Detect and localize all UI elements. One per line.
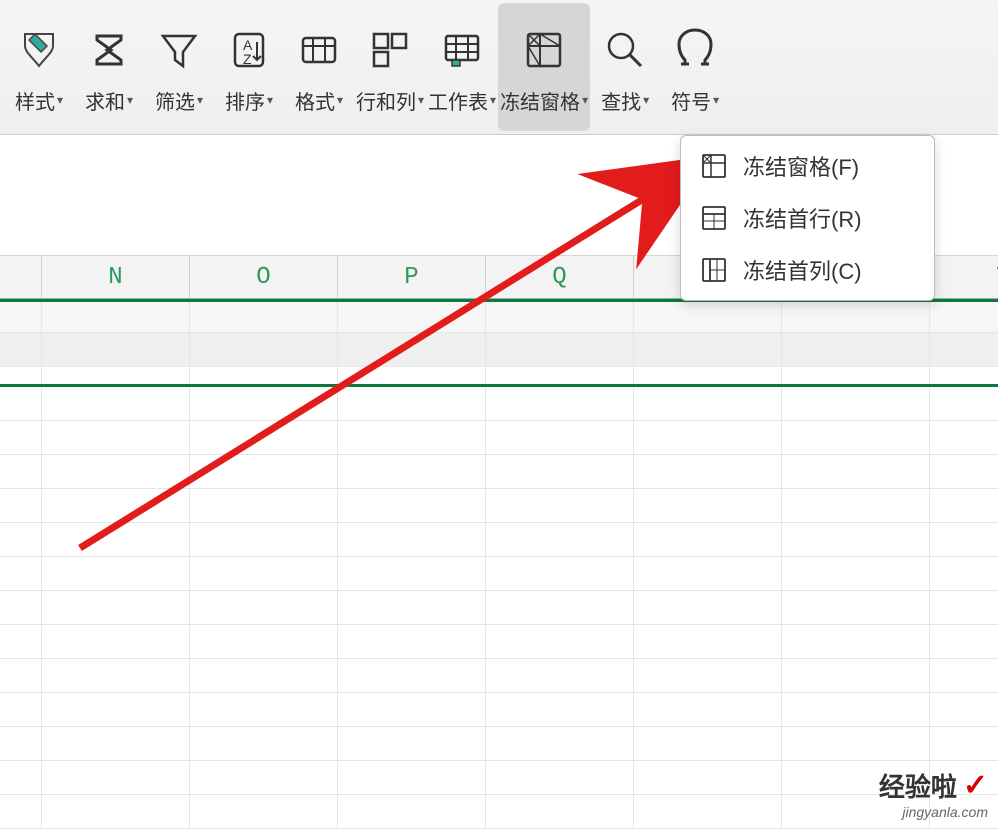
freeze-row-label: 冻结首行(R) [743,202,862,234]
table-row[interactable] [0,489,998,523]
worksheet-icon [436,24,488,76]
symbol-icon [669,24,721,76]
table-row[interactable] [0,727,998,761]
freeze-col-item[interactable]: 冻结首列(C) [681,244,934,296]
watermark-url: jingyanla.com [879,804,988,820]
freeze-button[interactable]: 冻结窗格▾ [498,3,590,131]
column-header-q[interactable]: Q [486,256,634,298]
find-label: 查找 [601,86,641,115]
table-row[interactable] [0,421,998,455]
rowcol-button[interactable]: 行和列▾ [354,3,426,131]
column-header-o[interactable]: O [190,256,338,298]
format-icon [293,24,345,76]
column-header-n[interactable]: N [42,256,190,298]
column-header[interactable] [0,256,42,298]
sum-button[interactable]: 求和▾ [74,3,144,131]
find-icon [599,24,651,76]
freeze-panes-icon [699,151,729,181]
table-row[interactable] [0,625,998,659]
chevron-down-icon: ▾ [337,93,343,107]
chevron-down-icon: ▾ [713,93,719,107]
svg-text:Z: Z [243,51,252,67]
ribbon-toolbar: 样式▾ 求和▾ 筛选▾ AZ 排序▾ 格式▾ 行和列▾ 工作表▾ [0,0,998,135]
table-row[interactable] [0,455,998,489]
table-row[interactable] [0,387,998,421]
chevron-down-icon: ▾ [643,93,649,107]
table-row[interactable] [0,693,998,727]
style-icon [13,24,65,76]
worksheet-button[interactable]: 工作表▾ [426,3,498,131]
find-button[interactable]: 查找▾ [590,3,660,131]
format-button[interactable]: 格式▾ [284,3,354,131]
table-row[interactable] [0,523,998,557]
freeze-panes-label: 冻结窗格(F) [743,150,859,182]
worksheet-label: 工作表 [428,86,488,115]
table-row[interactable] [0,333,998,367]
sort-icon: AZ [223,24,275,76]
style-label: 样式 [15,86,55,115]
symbol-label: 符号 [671,86,711,115]
freeze-icon [518,24,570,76]
filter-button[interactable]: 筛选▾ [144,3,214,131]
column-header-p[interactable]: P [338,256,486,298]
chevron-down-icon: ▾ [582,93,588,107]
rowcol-icon [364,24,416,76]
freeze-row-icon [699,203,729,233]
table-row[interactable] [0,557,998,591]
freeze-col-icon [699,255,729,285]
checkmark-icon: ✓ [963,768,988,803]
chevron-down-icon: ▾ [197,93,203,107]
table-row[interactable] [0,367,998,387]
symbol-button[interactable]: 符号▾ [660,3,730,131]
freeze-row-item[interactable]: 冻结首行(R) [681,192,934,244]
sort-label: 排序 [225,86,265,115]
table-row[interactable] [0,591,998,625]
cells-grid[interactable] [0,299,998,824]
freeze-col-label: 冻结首列(C) [743,254,862,286]
filter-icon [153,24,205,76]
chevron-down-icon: ▾ [490,93,496,107]
sum-icon [83,24,135,76]
table-row[interactable] [0,299,998,333]
watermark-text: 经验啦 [879,767,957,804]
rowcol-label: 行和列 [356,86,416,115]
sum-label: 求和 [85,86,125,115]
style-button[interactable]: 样式▾ [4,3,74,131]
freeze-label: 冻结窗格 [500,86,580,115]
freeze-panes-item[interactable]: 冻结窗格(F) [681,140,934,192]
column-header-t[interactable]: T [930,256,998,298]
chevron-down-icon: ▾ [57,93,63,107]
chevron-down-icon: ▾ [127,93,133,107]
table-row[interactable] [0,761,998,795]
watermark: 经验啦✓ jingyanla.com [879,767,988,820]
sort-button[interactable]: AZ 排序▾ [214,3,284,131]
filter-label: 筛选 [155,86,195,115]
freeze-dropdown: 冻结窗格(F) 冻结首行(R) 冻结首列(C) [680,135,935,301]
chevron-down-icon: ▾ [418,93,424,107]
table-row[interactable] [0,659,998,693]
chevron-down-icon: ▾ [267,93,273,107]
format-label: 格式 [295,86,335,115]
